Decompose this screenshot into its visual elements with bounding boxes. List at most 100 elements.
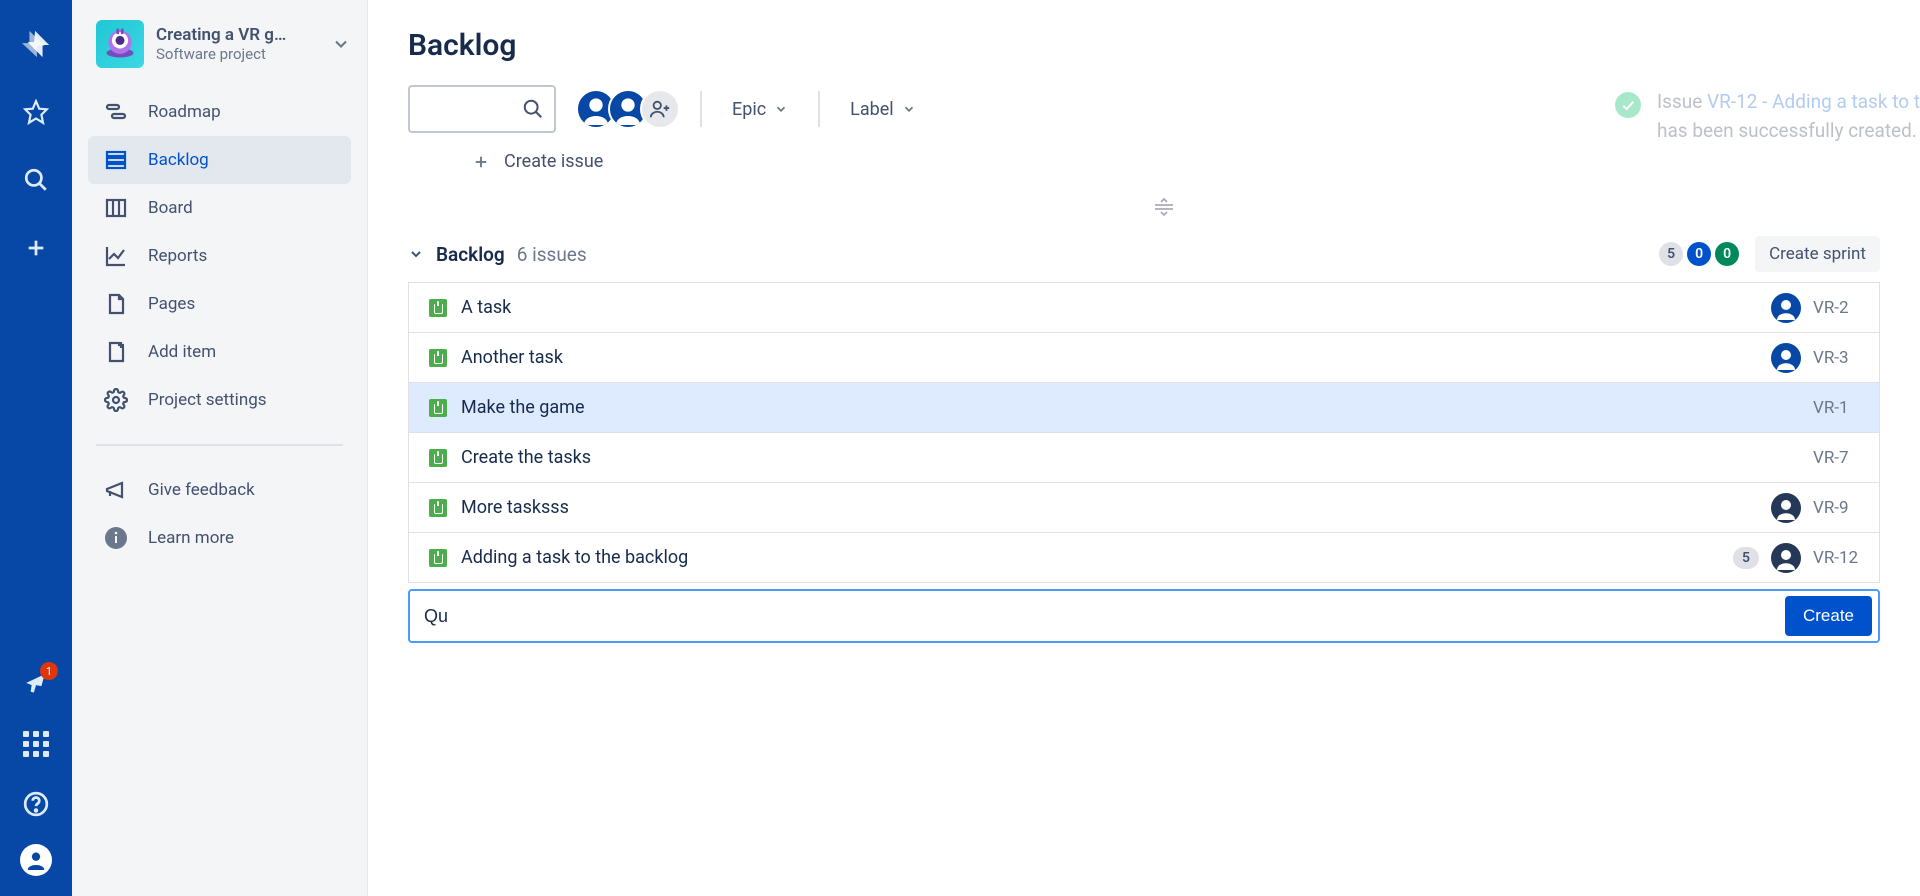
project-type: Software project	[156, 45, 331, 63]
chevron-down-icon	[902, 102, 916, 116]
megaphone-icon	[104, 478, 128, 502]
story-icon	[429, 549, 447, 567]
issue-estimate: 5	[1733, 547, 1759, 569]
inline-create-input[interactable]	[424, 606, 1785, 627]
search-icon	[522, 98, 544, 120]
backlog-icon	[104, 148, 128, 172]
pages-icon	[104, 292, 128, 316]
sidebar-item-label: Pages	[148, 294, 195, 314]
create-sprint-button[interactable]: Create sprint	[1755, 236, 1880, 272]
pill-done[interactable]: 0	[1715, 242, 1739, 266]
issue-row[interactable]: Make the gameVR-1	[409, 383, 1879, 433]
sidebar-item-add-item[interactable]: Add item	[88, 328, 351, 376]
project-name: Creating a VR g…	[156, 25, 331, 45]
backlog-title: Backlog	[436, 243, 505, 266]
sidebar-item-roadmap[interactable]: Roadmap	[88, 88, 351, 136]
pill-todo[interactable]: 5	[1659, 242, 1683, 266]
sidebar-item-label: Learn more	[148, 528, 234, 548]
issue-key[interactable]: VR-12	[1813, 548, 1863, 568]
sidebar-item-learn-more[interactable]: Learn more	[88, 514, 351, 562]
search-icon[interactable]	[16, 160, 56, 200]
sidebar-item-label: Roadmap	[148, 102, 221, 122]
sidebar-item-label: Project settings	[148, 390, 267, 410]
issue-key[interactable]: VR-2	[1813, 298, 1863, 318]
toast-line2: has been successfully created.	[1657, 117, 1920, 146]
chevron-down-icon[interactable]	[331, 34, 351, 54]
collapse-toggle[interactable]	[408, 246, 424, 262]
sidebar-footer: Give feedback Learn more	[72, 466, 367, 562]
issue-list: A taskVR-2Another taskVR-3Make the gameV…	[408, 282, 1880, 583]
sidebar-item-label: Reports	[148, 246, 207, 266]
create-icon[interactable]	[16, 228, 56, 268]
search-input[interactable]	[408, 85, 556, 133]
help-icon[interactable]	[16, 784, 56, 824]
assignee-avatar[interactable]	[1771, 293, 1801, 323]
sidebar-divider	[96, 444, 343, 446]
sidebar-item-label: Backlog	[148, 150, 209, 170]
info-icon	[104, 526, 128, 550]
story-icon	[429, 349, 447, 367]
sidebar-item-reports[interactable]: Reports	[88, 232, 351, 280]
profile-avatar[interactable]	[20, 844, 52, 876]
story-icon	[429, 449, 447, 467]
label-filter[interactable]: Label	[840, 91, 926, 128]
sidebar-item-label: Board	[148, 198, 193, 218]
toolbar-divider	[700, 91, 702, 127]
pill-inprogress[interactable]: 0	[1687, 242, 1711, 266]
backlog-section-header: Backlog 6 issues 5 0 0 Create sprint	[408, 236, 1920, 272]
board-icon	[104, 196, 128, 220]
create-issue-label: Create issue	[504, 151, 603, 172]
sidebar-item-feedback[interactable]: Give feedback	[88, 466, 351, 514]
add-people-button[interactable]	[640, 89, 680, 129]
roadmap-icon	[104, 100, 128, 124]
issue-row[interactable]: A taskVR-2	[409, 283, 1879, 333]
jira-logo-icon[interactable]	[16, 24, 56, 64]
label-filter-label: Label	[850, 99, 894, 120]
success-toast: Issue VR-12 - Adding a task to t has bee…	[1615, 88, 1920, 145]
issue-summary: More tasksss	[461, 497, 1771, 518]
issue-row[interactable]: Adding a task to the backlog5 VR-12	[409, 533, 1879, 583]
section-resize-handle[interactable]	[408, 198, 1920, 216]
assignee-filter-avatars	[576, 89, 680, 129]
main-content: Backlog Epic Label Is	[368, 0, 1920, 896]
project-header[interactable]: Creating a VR g… Software project	[72, 20, 367, 88]
global-nav: 1	[0, 0, 72, 896]
issue-key[interactable]: VR-9	[1813, 498, 1863, 518]
settings-icon	[104, 388, 128, 412]
issue-key[interactable]: VR-7	[1813, 448, 1863, 468]
notification-badge: 1	[40, 662, 58, 680]
page-title: Backlog	[408, 28, 1920, 63]
issue-summary: Make the game	[461, 397, 1813, 418]
issue-row[interactable]: Another task VR-3	[409, 333, 1879, 383]
issue-key[interactable]: VR-1	[1813, 398, 1863, 418]
reports-icon	[104, 244, 128, 268]
sidebar-item-pages[interactable]: Pages	[88, 280, 351, 328]
issue-row[interactable]: More tasksss VR-9	[409, 483, 1879, 533]
apps-switcher-icon[interactable]	[16, 724, 56, 764]
sidebar-item-project-settings[interactable]: Project settings	[88, 376, 351, 424]
issue-row[interactable]: Create the tasksVR-7	[409, 433, 1879, 483]
sidebar-nav: Roadmap Backlog Board Reports Pages Add …	[72, 88, 367, 424]
project-avatar-icon	[96, 20, 144, 68]
star-icon[interactable]	[16, 92, 56, 132]
epic-filter[interactable]: Epic	[722, 91, 798, 128]
sidebar-item-label: Give feedback	[148, 480, 255, 500]
sidebar-item-label: Add item	[148, 342, 216, 362]
chevron-down-icon	[774, 102, 788, 116]
toast-issue-link[interactable]: VR-12 - Adding a task to t	[1707, 90, 1920, 113]
issue-summary: Another task	[461, 347, 1771, 368]
assignee-avatar[interactable]	[1771, 493, 1801, 523]
sidebar-item-board[interactable]: Board	[88, 184, 351, 232]
sidebar-item-backlog[interactable]: Backlog	[88, 136, 351, 184]
assignee-avatar[interactable]	[1771, 343, 1801, 373]
story-icon	[429, 299, 447, 317]
check-icon	[1615, 92, 1641, 118]
add-item-icon	[104, 340, 128, 364]
assignee-avatar[interactable]	[1771, 543, 1801, 573]
inline-create-button[interactable]: Create	[1785, 596, 1872, 636]
plus-icon	[472, 153, 490, 171]
issue-key[interactable]: VR-3	[1813, 348, 1863, 368]
notifications-icon[interactable]: 1	[16, 664, 56, 704]
issue-summary: Adding a task to the backlog	[461, 547, 1733, 568]
toast-prefix: Issue	[1657, 90, 1707, 113]
